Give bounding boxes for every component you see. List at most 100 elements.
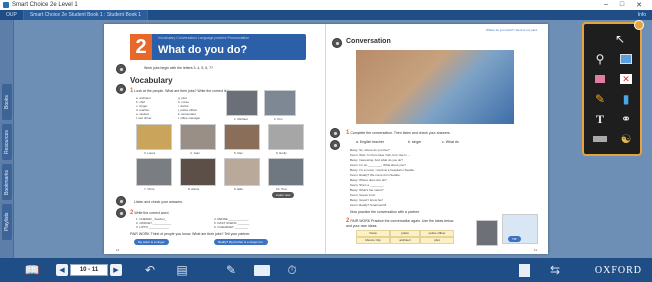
page-number-input[interactable]: 10 - 11 (70, 264, 108, 276)
dialog-line: Betsy: Interesting. And what do you do? (350, 158, 403, 162)
unit-title: What do you do? (158, 44, 248, 56)
unit-number: 2 (130, 34, 152, 60)
photo-caption: 10. Tina (276, 187, 287, 191)
word-item: f. taxi driver (136, 116, 152, 120)
audio-button[interactable] (116, 84, 126, 94)
exercise-1-instruction: 1 Complete the conversation. Then listen… (346, 130, 451, 136)
audio-button[interactable] (116, 196, 126, 206)
minimize-button[interactable]: – (604, 1, 608, 9)
left-page: 2 Vocabulary Conversation Language pract… (104, 24, 326, 254)
app-icon (3, 2, 9, 8)
fullscreen-icon[interactable] (616, 50, 636, 68)
photo-caption: 2. Kim (274, 117, 283, 121)
clear-icon[interactable]: ✕ (616, 70, 636, 88)
exercise-listen: Listen and check your answers. (134, 200, 184, 204)
right-page: Where do you work? / Here is my card Con… (326, 24, 548, 254)
rail-tab-playlists[interactable]: Playlists (2, 204, 12, 240)
pen-tool-icon[interactable]: ✎ (222, 263, 240, 277)
tab-bar: OUP Smart Choice 2e Student Book 1 : Stu… (0, 10, 652, 20)
palette-close-button[interactable] (634, 20, 644, 30)
rail-tab-resources[interactable]: Resources (2, 124, 12, 160)
unit-subtitle: Vocabulary Conversation Language practic… (158, 36, 250, 40)
maximize-button[interactable]: □ (620, 1, 624, 9)
highlighter-icon[interactable]: ▮ (616, 90, 636, 108)
write-words-a: 1. CHEFER _Teacher_ 2. ORDCET __________… (136, 217, 171, 229)
rail-tab-books[interactable]: Books (2, 84, 12, 120)
exercise-number: 2 (130, 210, 134, 216)
dialog-line: Betsy: Where does she do? (350, 178, 387, 182)
write-words-b: 4. RENSE ____________ 5. DAST SOENC ____… (214, 217, 249, 229)
audio-button[interactable] (330, 140, 340, 150)
photo-caption: 9. Ellie (234, 187, 244, 191)
word-list-b: g. pilot h. nurse i. doctor j. police of… (178, 96, 200, 120)
answer-option: c. What do (442, 140, 459, 144)
table-cell: architect (390, 237, 420, 244)
tip-label: TIP (508, 236, 521, 242)
top-note: Where do you work? / Here is my card (486, 28, 538, 32)
workspace: Books Resources Bookmarks Playlists 2 Vo… (0, 20, 652, 258)
student-photo (476, 220, 498, 246)
dialog-line: Kevin: She's a ________. (350, 183, 385, 187)
exercise-text: Write the correct word. (134, 211, 170, 215)
link-icon[interactable]: ⚭ (616, 110, 636, 128)
job-photo (264, 90, 296, 116)
pair-work-text: PAIR WORK Think of people you know. What… (130, 232, 251, 236)
dialog-line: Kevin: Really? Small world! (350, 203, 387, 207)
section-title-vocabulary: Vocabulary (130, 76, 173, 85)
write-item: 3. LIPTO ____________ (136, 225, 169, 229)
photo-caption: 7. Chris (144, 187, 155, 191)
eraser-icon[interactable] (590, 70, 610, 88)
audio-button[interactable] (116, 208, 126, 218)
prev-page-button[interactable]: ◀ (56, 264, 68, 276)
window-title: Smart Choice 2e Level 1 (12, 2, 78, 8)
exercise-2-instruction: 2 PAIR WORK Practice the conversation ag… (346, 218, 456, 228)
mask-icon[interactable] (590, 130, 610, 148)
spotlight-icon[interactable]: ☯ (616, 130, 636, 148)
dialog-line: Betsy: I'm a nurse. I work at a hospital… (350, 168, 415, 172)
table-cell: police officer (420, 230, 454, 237)
tool-palette: ↖ ⚲ ✕ ✎ ▮ T ⚭ ☯ (582, 20, 644, 156)
audio-button[interactable] (332, 38, 342, 48)
tab-oup[interactable]: OUP (0, 10, 24, 20)
timer-icon[interactable]: ⏱ (284, 263, 300, 277)
badge[interactable]: Listen now (272, 192, 295, 198)
swap-icon[interactable]: ⇆ (546, 263, 564, 277)
text-icon[interactable]: T (590, 110, 610, 128)
dialog-line: Kevin: Well, I'm from New York, but I li… (350, 153, 411, 157)
exercise-2-instruction: 2 Write the correct word. (130, 210, 169, 216)
dialog-line: Kevin: I'm an ________. What about you? (350, 163, 406, 167)
oxford-logo: OXFORD (594, 265, 642, 276)
book-icon[interactable]: 📖 (24, 263, 40, 277)
job-photo (226, 90, 258, 116)
job-photo (136, 158, 172, 186)
pointer-icon[interactable]: ↖ (610, 30, 630, 48)
close-button[interactable]: ✕ (636, 1, 642, 9)
exercise-number: 1 (346, 130, 350, 136)
notes-icon[interactable] (516, 263, 532, 277)
dialog-line: Kevin: Guess Cruz. (350, 193, 376, 197)
conversation-photo[interactable] (356, 50, 514, 124)
job-photo (180, 124, 216, 150)
dialog-line: Kevin: Really? We come from Seattle. (350, 173, 401, 177)
rail-tab-bookmarks[interactable]: Bookmarks (2, 164, 12, 200)
speech-bubble: Really? My brother is a singer too. (214, 239, 268, 245)
exercise-text: Look at the people. What are their jobs?… (134, 89, 233, 93)
photo-caption: 6. Emily (276, 151, 287, 155)
practice-text: Now practice the conversation with a par… (350, 210, 420, 214)
photo-caption: 4. Juan (190, 151, 200, 155)
info-link[interactable]: Info (638, 12, 652, 18)
word-item: l. office manager (178, 116, 201, 120)
zoom-icon[interactable]: ⚲ (590, 50, 610, 68)
back-arrow-icon[interactable]: ↶ (140, 263, 160, 277)
audio-button[interactable] (116, 64, 126, 74)
answer-option: a. English teacher (356, 140, 385, 144)
tab-student-book[interactable]: Smart Choice 2e Student Book 1 : Student… (23, 10, 149, 20)
spread-view-icon[interactable]: ▤ (170, 263, 194, 277)
pen-icon[interactable]: ✎ (590, 90, 610, 108)
audio-button[interactable] (330, 128, 340, 138)
next-page-button[interactable]: ▶ (110, 264, 122, 276)
whiteboard-icon[interactable] (252, 263, 272, 277)
write-item: 6. CCEHRAET ________ (214, 225, 248, 229)
photo-caption: 3. Laura (144, 151, 156, 155)
page-number: 11 (534, 248, 538, 252)
